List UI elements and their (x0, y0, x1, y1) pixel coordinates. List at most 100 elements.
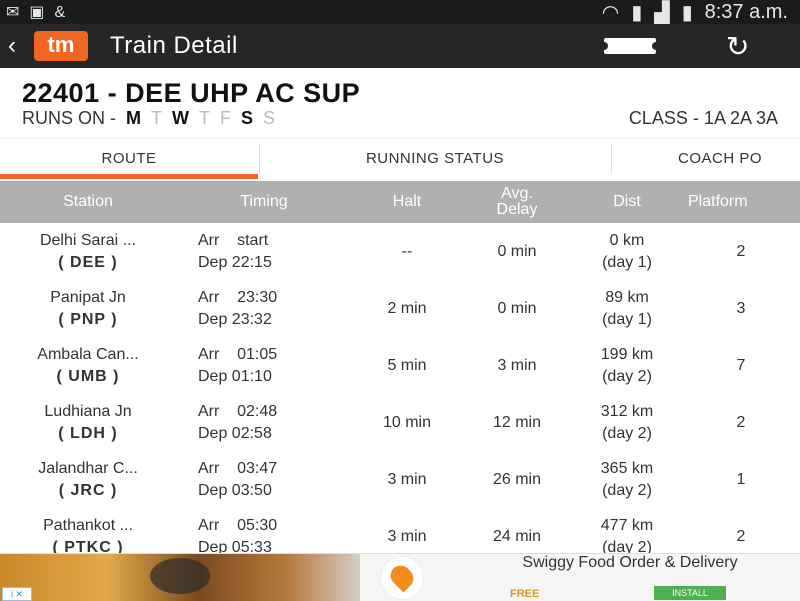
arrival-time: Arr start (198, 231, 269, 249)
station-cell: Panipat Jn ( PNP ) (0, 280, 176, 337)
arrival-time: Arr 23:30 (198, 288, 278, 306)
distance-km: 199 km (600, 345, 654, 363)
platform-cell: 3 (736, 299, 746, 317)
timing-cell: Arr start Dep 22:15 (176, 223, 352, 280)
journey-day: (day 2) (602, 481, 652, 499)
wifi-icon: ◠ (601, 2, 620, 24)
distance-cell: 199 km (day 2) (572, 337, 682, 394)
timing-cell: Arr 03:47 Dep 03:50 (176, 451, 352, 508)
header-avg-delay: Avg. Delay (496, 185, 538, 218)
day-indicator: S (263, 108, 276, 128)
distance-km: 365 km (600, 459, 654, 477)
station-name: Panipat Jn (50, 288, 126, 306)
departure-time: Dep 02:58 (198, 424, 272, 442)
avg-delay-cell: 26 min (492, 470, 542, 488)
ad-title[interactable]: Swiggy Food Order & Delivery (470, 555, 790, 571)
runs-on-label: RUNS ON - (22, 108, 116, 128)
timing-cell: Arr 23:30 Dep 23:32 (176, 280, 352, 337)
tab-coach-position[interactable]: COACH PO (612, 139, 800, 179)
journey-day: (day 1) (602, 310, 652, 328)
timing-cell: Arr 01:05 Dep 01:10 (176, 337, 352, 394)
station-code: ( JRC ) (58, 481, 118, 499)
station-code: ( DEE ) (58, 253, 118, 271)
active-tab-indicator (0, 174, 258, 179)
journey-day: (day 1) (602, 253, 652, 271)
distance-cell: 89 km (day 1) (572, 280, 682, 337)
status-time: 8:37 a.m. (704, 1, 788, 23)
day-indicator: T (151, 108, 162, 128)
app-logo[interactable]: tm (34, 31, 88, 61)
table-row[interactable]: Jalandhar C... ( JRC ) Arr 03:47 Dep 03:… (0, 451, 800, 509)
arrival-time: Arr 01:05 (198, 345, 278, 363)
avg-delay-cell: 0 min (497, 299, 537, 317)
departure-time: Dep 23:32 (198, 310, 272, 328)
distance-cell: 365 km (day 2) (572, 451, 682, 508)
header-dist: Dist (613, 193, 641, 210)
sim-icon: ▮ (631, 2, 643, 24)
avg-delay-cell: 3 min (497, 356, 537, 374)
halt-cell: 10 min (382, 413, 432, 431)
mail-icon: ✉ (6, 4, 30, 21)
arrival-time: Arr 05:30 (198, 516, 278, 534)
day-indicator: M (126, 108, 141, 128)
train-header: 22401 - DEE UHP AC SUP RUNS ON - M T W T… (0, 68, 800, 136)
journey-day: (day 2) (602, 367, 652, 385)
departure-time: Dep 22:15 (198, 253, 272, 271)
station-name: Ludhiana Jn (44, 402, 132, 420)
table-row[interactable]: Delhi Sarai ... ( DEE ) Arr start Dep 22… (0, 223, 800, 281)
header-timing: Timing (240, 193, 288, 210)
distance-km: 89 km (605, 288, 649, 306)
departure-time: Dep 03:50 (198, 481, 272, 499)
station-cell: Delhi Sarai ... ( DEE ) (0, 223, 176, 280)
table-row[interactable]: Ludhiana Jn ( LDH ) Arr 02:48 Dep 02:58 … (0, 394, 800, 452)
ad-install-button[interactable]: INSTALL (654, 586, 726, 600)
halt-cell: -- (401, 242, 413, 260)
app-bar-title: Train Detail (110, 32, 238, 59)
status-bar-right-icons: ◠ ▮ ▟ ▮ 8:37 a.m. (602, 0, 788, 25)
tab-running-status[interactable]: RUNNING STATUS (260, 139, 610, 179)
station-cell: Ambala Can... ( UMB ) (0, 337, 176, 394)
route-table-header: Station Timing Halt Avg. Delay Dist Plat… (0, 181, 800, 223)
station-code: ( LDH ) (58, 424, 118, 442)
station-name: Ambala Can... (37, 345, 139, 363)
distance-km: 0 km (609, 231, 645, 249)
day-indicator: T (199, 108, 210, 128)
station-name: Delhi Sarai ... (39, 231, 137, 249)
day-indicator: S (241, 108, 254, 128)
distance-cell: 0 km (day 1) (572, 223, 682, 280)
ticket-icon[interactable] (600, 38, 660, 54)
refresh-icon[interactable]: ↻ (726, 30, 749, 63)
swiggy-logo-icon[interactable] (380, 556, 424, 600)
ad-banner[interactable]: i ✕ Swiggy Food Order & Delivery FREE IN… (0, 553, 800, 601)
halt-cell: 5 min (387, 356, 427, 374)
battery-icon: ▮ (681, 2, 693, 24)
station-code: ( UMB ) (56, 367, 120, 385)
train-classes: CLASS - 1A 2A 3A (628, 108, 778, 128)
halt-cell: 3 min (387, 470, 427, 488)
platform-cell: 1 (736, 470, 746, 488)
header-platform: Platform (688, 193, 748, 210)
tab-route[interactable]: ROUTE (0, 139, 258, 179)
arrival-time: Arr 02:48 (198, 402, 278, 420)
status-bar-left-icons: ✉▣& (6, 2, 75, 22)
timing-cell: Arr 02:48 Dep 02:58 (176, 394, 352, 451)
station-code: ( PNP ) (58, 310, 118, 328)
ad-food-image[interactable] (0, 554, 360, 601)
station-name: Jalandhar C... (38, 459, 138, 477)
back-arrow-icon[interactable]: ‹ (8, 32, 16, 60)
distance-km: 477 km (600, 516, 654, 534)
header-station: Station (63, 193, 113, 210)
header-halt: Halt (392, 193, 422, 210)
distance-km: 312 km (600, 402, 654, 420)
table-row[interactable]: Panipat Jn ( PNP ) Arr 23:30 Dep 23:32 2… (0, 280, 800, 338)
ad-info-close-icon[interactable]: i ✕ (2, 587, 32, 601)
halt-cell: 2 min (387, 299, 427, 317)
avg-delay-cell: 0 min (497, 242, 537, 260)
station-cell: Jalandhar C... ( JRC ) (0, 451, 176, 508)
avg-delay-cell: 12 min (492, 413, 542, 431)
day-indicator: F (220, 108, 231, 128)
day-indicator: W (172, 108, 189, 128)
status-bar: ✉▣& ◠ ▮ ▟ ▮ 8:37 a.m. (0, 0, 800, 24)
app-icon: & (54, 4, 76, 21)
table-row[interactable]: Ambala Can... ( UMB ) Arr 01:05 Dep 01:1… (0, 337, 800, 395)
